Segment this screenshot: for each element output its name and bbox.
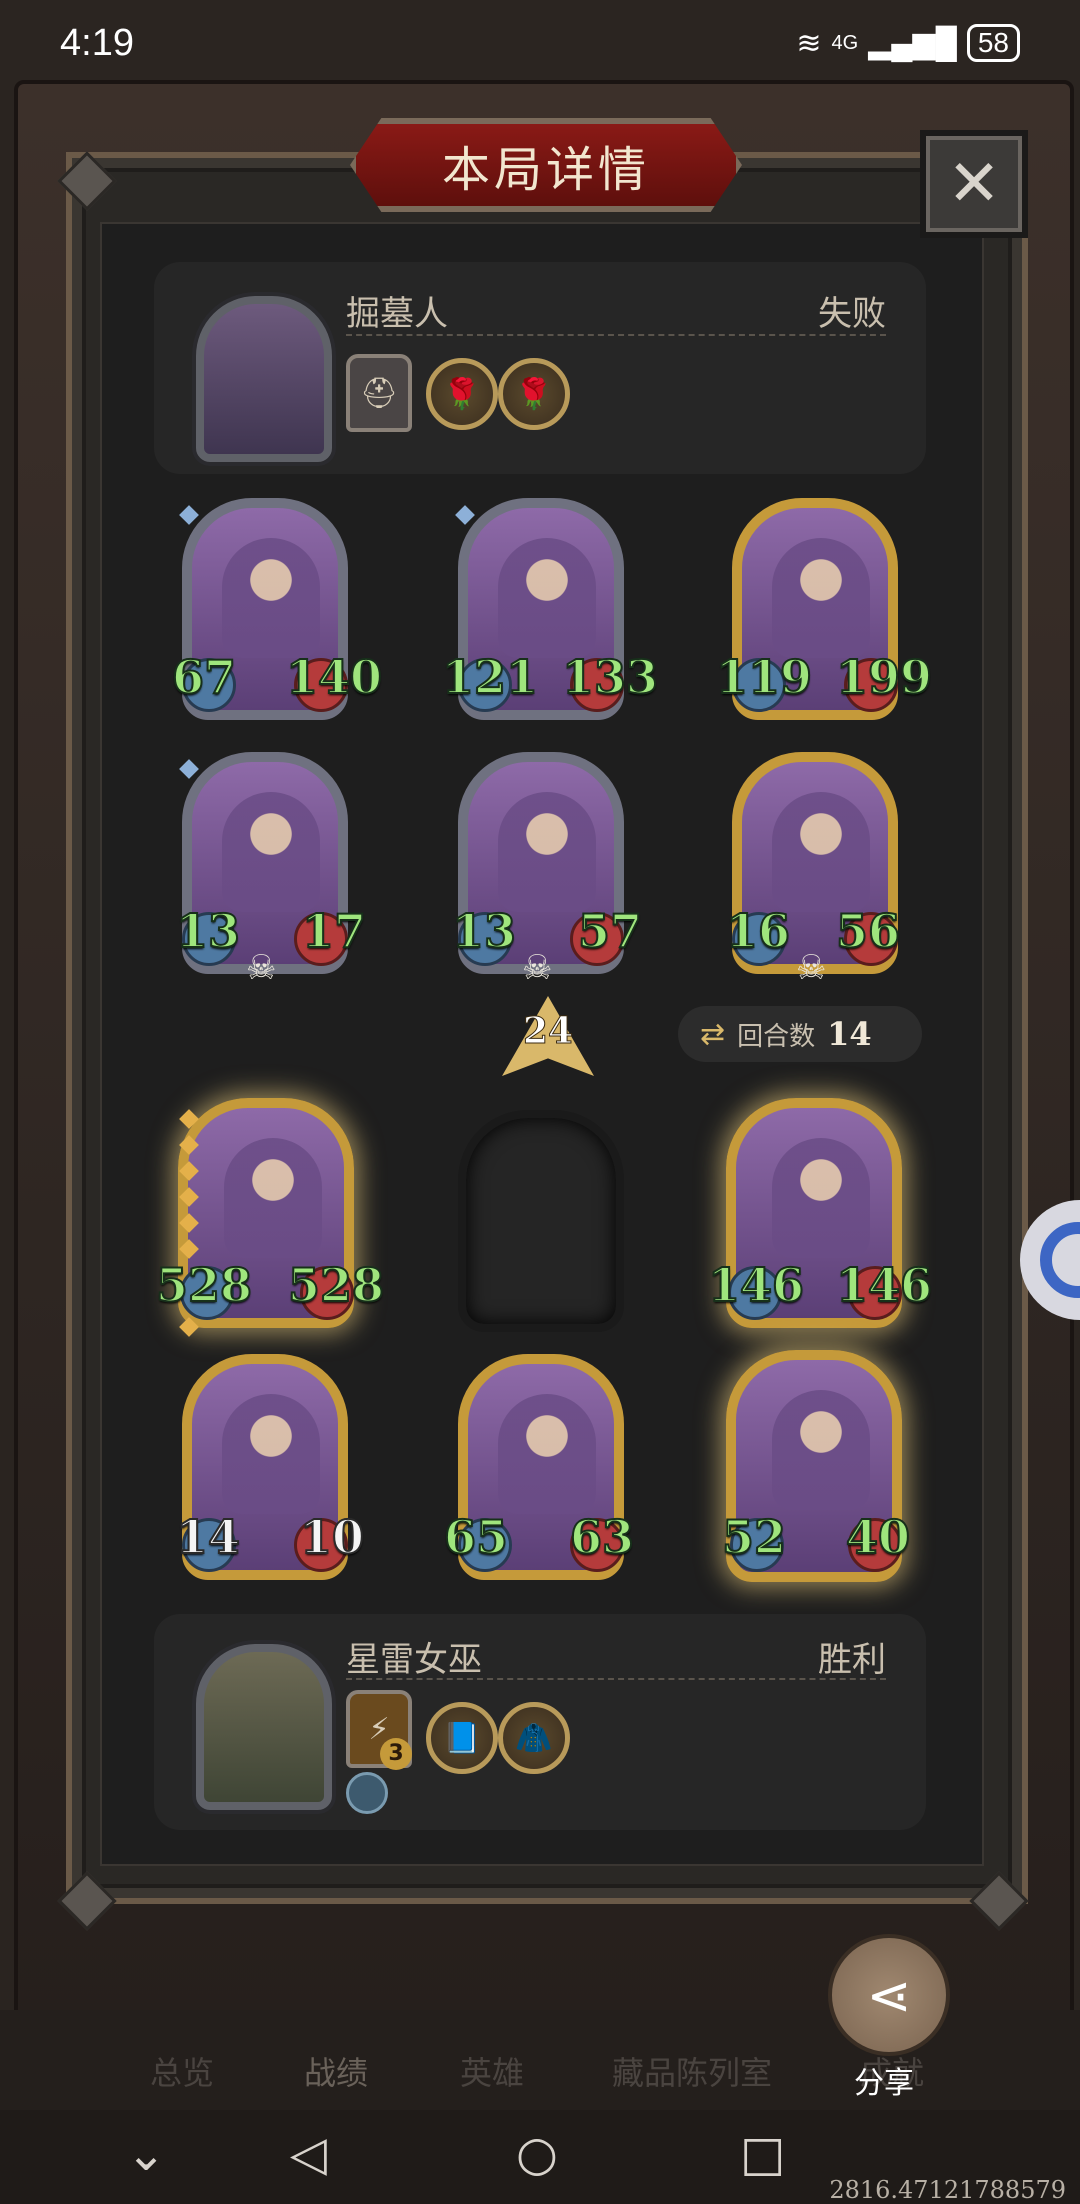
tome-item-icon[interactable]: 📘 bbox=[426, 1702, 498, 1774]
skull-icon: ☠ bbox=[796, 948, 827, 988]
player-unit-3[interactable]: 146 146 bbox=[707, 1098, 933, 1334]
player-hero-portrait[interactable] bbox=[196, 1644, 332, 1810]
player-unit-6[interactable]: 52 40 bbox=[721, 1350, 911, 1590]
unit-attack: 16 bbox=[725, 903, 791, 959]
item-level-badge: 3 bbox=[380, 1738, 412, 1770]
unit-health: 56 bbox=[835, 903, 901, 959]
chevron-down-icon[interactable]: ⌄ bbox=[126, 2126, 166, 2182]
enemy-unit-1[interactable]: 67 140 bbox=[171, 498, 383, 728]
unit-health: 146 bbox=[835, 1257, 933, 1313]
unit-health: 140 bbox=[285, 649, 383, 705]
opponent-name: 掘墓人 bbox=[346, 294, 448, 334]
unit-attack: 13 bbox=[451, 903, 517, 959]
turn-value: 14 bbox=[827, 1015, 872, 1053]
unit-health: 57 bbox=[577, 903, 643, 959]
close-button[interactable]: ✕ bbox=[920, 130, 1028, 238]
rose-item-icon[interactable]: 🌹 bbox=[426, 358, 498, 430]
share-label: 分享 bbox=[854, 2066, 914, 2101]
unit-attack: 52 bbox=[721, 1509, 787, 1565]
unit-attack: 146 bbox=[707, 1257, 805, 1313]
signal-icon: ▂▄▆█ bbox=[868, 26, 957, 60]
tab-heroes[interactable]: 英雄 bbox=[460, 2048, 524, 2094]
player-unit-1[interactable]: 528 528 bbox=[155, 1098, 385, 1337]
player-unit-4[interactable]: 14 10 bbox=[175, 1354, 365, 1590]
page-title: 本局详情 bbox=[441, 142, 650, 198]
arrow-value: 24 bbox=[522, 1010, 574, 1053]
cloak-item-icon[interactable]: 🧥 bbox=[498, 1702, 570, 1774]
unit-attack: 13 bbox=[175, 903, 241, 959]
opponent-result: 失败 bbox=[818, 294, 886, 334]
coordinate-readout: 2816.47121788579 bbox=[829, 2176, 1066, 2204]
battery-icon: 58 bbox=[966, 24, 1020, 62]
clock: 4:19 bbox=[60, 22, 134, 64]
network-label: 4G bbox=[831, 31, 859, 54]
unit-health: 40 bbox=[845, 1509, 911, 1565]
swap-icon: ⇄ bbox=[700, 1016, 726, 1052]
home-icon[interactable]: ○ bbox=[516, 2126, 558, 2182]
player-result: 胜利 bbox=[818, 1640, 886, 1680]
tab-records[interactable]: 战绩 bbox=[304, 2048, 368, 2094]
player-unit-5[interactable]: 65 63 bbox=[443, 1354, 635, 1590]
turn-label: 回合数 bbox=[737, 1021, 816, 1052]
divider bbox=[346, 334, 886, 336]
unit-attack: 67 bbox=[171, 649, 237, 705]
unit-attack: 65 bbox=[443, 1509, 509, 1565]
rose-item-icon[interactable]: 🌹 bbox=[498, 358, 570, 430]
helmet-item-icon[interactable]: ⛑ bbox=[346, 354, 412, 432]
enemy-unit-5[interactable]: 13 57 ☠ bbox=[451, 752, 643, 992]
back-icon[interactable]: ◁ bbox=[290, 2126, 327, 2182]
share-icon: ⋖ bbox=[866, 1963, 912, 2027]
skull-icon: ☠ bbox=[522, 948, 553, 988]
tab-overview[interactable]: 总览 bbox=[150, 2048, 214, 2094]
skull-icon: ☠ bbox=[246, 948, 277, 988]
empty-board-slot[interactable] bbox=[458, 1110, 624, 1332]
turn-counter: ⇄ 回合数 14 bbox=[678, 1006, 922, 1062]
unit-health: 199 bbox=[835, 649, 933, 705]
sword-icon[interactable] bbox=[346, 1772, 388, 1814]
unit-health: 17 bbox=[301, 903, 367, 959]
wifi-icon: ≋ bbox=[796, 26, 822, 60]
unit-attack: 121 bbox=[441, 649, 539, 705]
share-button[interactable]: ⋖ bbox=[828, 1934, 950, 2056]
unit-attack: 14 bbox=[175, 1509, 241, 1565]
enemy-unit-4[interactable]: 13 17 ☠ bbox=[175, 752, 367, 992]
status-icons: ≋ 4G ▂▄▆█ 58 bbox=[796, 24, 1020, 62]
enemy-unit-3[interactable]: 119 199 bbox=[715, 498, 933, 728]
opponent-hero-portrait[interactable] bbox=[196, 296, 332, 462]
unit-health: 133 bbox=[561, 649, 659, 705]
title-banner: 本局详情 bbox=[350, 118, 742, 212]
unit-attack: 528 bbox=[155, 1257, 253, 1313]
close-icon: ✕ bbox=[947, 147, 1001, 221]
unit-health: 10 bbox=[299, 1509, 365, 1565]
player-name: 星雷女巫 bbox=[346, 1640, 482, 1680]
tab-collection[interactable]: 藏品陈列室 bbox=[612, 2048, 772, 2094]
enemy-unit-2[interactable]: 121 133 bbox=[441, 498, 659, 728]
divider bbox=[346, 1678, 886, 1680]
recents-icon[interactable]: □ bbox=[740, 2126, 785, 2182]
unit-health: 528 bbox=[287, 1257, 385, 1313]
enemy-unit-6[interactable]: 16 56 ☠ bbox=[725, 752, 901, 992]
unit-health: 63 bbox=[569, 1509, 635, 1565]
unit-attack: 119 bbox=[715, 649, 813, 705]
